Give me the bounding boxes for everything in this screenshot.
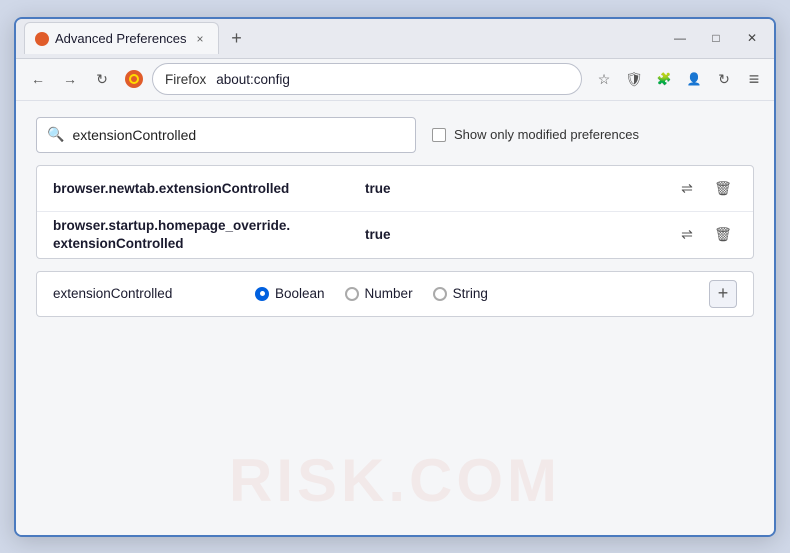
- close-button[interactable]: ✕: [738, 28, 766, 48]
- number-radio[interactable]: [345, 287, 359, 301]
- boolean-label: Boolean: [275, 286, 325, 301]
- window-controls: — □ ✕: [666, 28, 766, 48]
- main-content: RISK.COM 🔍 Show only modified preference…: [16, 101, 774, 535]
- search-icon: 🔍: [47, 126, 64, 143]
- number-label: Number: [365, 286, 413, 301]
- pref-name-2-line2: extensionControlled: [53, 235, 353, 253]
- hamburger-icon: ≡: [749, 69, 760, 90]
- type-boolean[interactable]: Boolean: [255, 286, 325, 301]
- nav-icons: ☆ 🛡 🧩 👤 ↻ ≡: [592, 67, 766, 91]
- string-radio[interactable]: [433, 287, 447, 301]
- new-tab-button[interactable]: +: [223, 24, 251, 52]
- pref-name-2: browser.startup.homepage_override. exten…: [53, 217, 353, 252]
- url-display: about:config: [216, 72, 290, 87]
- type-number[interactable]: Number: [345, 286, 413, 301]
- watermark: RISK.COM: [229, 446, 561, 515]
- show-modified-checkbox[interactable]: [432, 128, 446, 142]
- delete-button-2[interactable]: 🗑: [709, 221, 737, 249]
- pref-value-1: true: [365, 181, 661, 196]
- row-1-actions: ⇌ 🗑: [673, 174, 737, 202]
- tab-favicon: [35, 32, 49, 46]
- profile-icon[interactable]: 👤: [682, 67, 706, 91]
- new-pref-name: extensionControlled: [53, 286, 243, 301]
- add-plus-button[interactable]: +: [709, 280, 737, 308]
- back-button[interactable]: ←: [24, 65, 52, 93]
- title-bar: Advanced Preferences × + — □ ✕: [16, 19, 774, 59]
- nav-bar: ← → ↻ Firefox about:config ☆ 🛡 🧩 👤 ↻ ≡: [16, 59, 774, 101]
- pocket-icon[interactable]: 🛡: [622, 67, 646, 91]
- browser-name-label: Firefox: [165, 72, 206, 87]
- forward-button[interactable]: →: [56, 65, 84, 93]
- extension-icon[interactable]: 🧩: [652, 67, 676, 91]
- results-table: browser.newtab.extensionControlled true …: [36, 165, 754, 259]
- table-row: browser.startup.homepage_override. exten…: [37, 212, 753, 258]
- search-input[interactable]: [72, 127, 405, 143]
- add-preference-row: extensionControlled Boolean Number Strin…: [36, 271, 754, 317]
- search-row: 🔍 Show only modified preferences: [36, 117, 754, 153]
- browser-tab[interactable]: Advanced Preferences ×: [24, 22, 219, 54]
- search-box[interactable]: 🔍: [36, 117, 416, 153]
- boolean-radio[interactable]: [255, 287, 269, 301]
- tab-title: Advanced Preferences: [55, 31, 187, 46]
- toggle-button-2[interactable]: ⇌: [673, 221, 701, 249]
- menu-icon[interactable]: ≡: [742, 67, 766, 91]
- show-modified-label[interactable]: Show only modified preferences: [432, 127, 639, 142]
- bookmark-icon[interactable]: ☆: [592, 67, 616, 91]
- refresh-button[interactable]: ↻: [88, 65, 116, 93]
- type-radio-group: Boolean Number String: [255, 286, 697, 301]
- maximize-button[interactable]: □: [702, 28, 730, 48]
- delete-button-1[interactable]: 🗑: [709, 174, 737, 202]
- browser-window: Advanced Preferences × + — □ ✕ ← → ↻ Fir…: [14, 17, 776, 537]
- type-string[interactable]: String: [433, 286, 488, 301]
- firefox-logo: [124, 69, 144, 89]
- toggle-button-1[interactable]: ⇌: [673, 174, 701, 202]
- minimize-button[interactable]: —: [666, 28, 694, 48]
- show-modified-text: Show only modified preferences: [454, 127, 639, 142]
- table-row: browser.newtab.extensionControlled true …: [37, 166, 753, 212]
- row-2-actions: ⇌ 🗑: [673, 221, 737, 249]
- pref-name-2-line1: browser.startup.homepage_override.: [53, 217, 353, 235]
- sync-icon[interactable]: ↻: [712, 67, 736, 91]
- pref-name-1: browser.newtab.extensionControlled: [53, 181, 353, 196]
- tab-close-button[interactable]: ×: [193, 30, 208, 48]
- pref-value-2: true: [365, 227, 661, 242]
- string-label: String: [453, 286, 488, 301]
- address-bar[interactable]: Firefox about:config: [152, 63, 582, 95]
